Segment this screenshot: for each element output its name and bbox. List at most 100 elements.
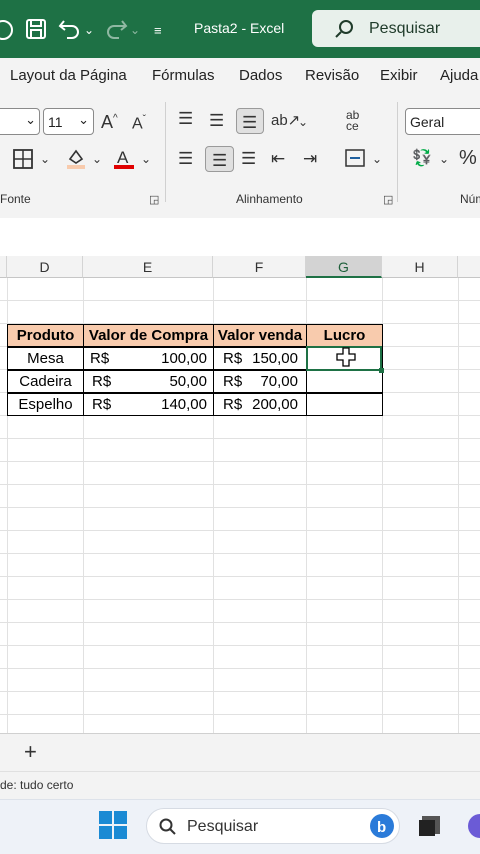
increase-indent-icon[interactable]: ⇥ bbox=[303, 150, 317, 167]
borders-icon[interactable] bbox=[13, 149, 33, 169]
svg-text:b: b bbox=[377, 819, 386, 836]
font-color-icon[interactable]: A bbox=[113, 147, 135, 171]
customize-qat-icon[interactable]: ≡ bbox=[154, 21, 162, 41]
taskbar-search-box[interactable]: Pesquisar b bbox=[146, 808, 400, 844]
document-title: Pasta2 - Excel bbox=[194, 20, 285, 36]
number-format-box[interactable]: Geral bbox=[405, 108, 480, 135]
amount: 200,00 bbox=[252, 396, 298, 413]
search-icon bbox=[335, 20, 353, 38]
align-right-icon[interactable]: ☰ bbox=[241, 150, 256, 167]
cell-valor-compra[interactable]: R$ 100,00 bbox=[83, 347, 214, 370]
windows-start-icon[interactable] bbox=[99, 811, 127, 839]
cell-produto[interactable]: Mesa bbox=[7, 347, 84, 370]
chevron-down-icon: ⌄ bbox=[78, 112, 89, 127]
column-header-g[interactable]: G bbox=[306, 256, 382, 278]
align-center-button[interactable]: ☰ bbox=[205, 146, 234, 172]
fill-color-dropdown-icon[interactable]: ⌄ bbox=[92, 151, 102, 168]
currency-symbol: R$ bbox=[223, 396, 243, 413]
accessibility-status[interactable]: de: tudo certo bbox=[0, 778, 73, 792]
redo-dropdown-icon[interactable]: ⌄ bbox=[130, 20, 140, 40]
decrease-font-icon[interactable]: Aˇ bbox=[132, 114, 146, 133]
save-icon[interactable] bbox=[25, 18, 47, 40]
cell-valor-compra[interactable]: R$ 50,00 bbox=[83, 370, 214, 393]
decrease-indent-icon[interactable]: ⇤ bbox=[271, 150, 285, 167]
grid-line bbox=[458, 278, 459, 733]
font-name-box[interactable]: ⌄ bbox=[0, 108, 40, 135]
cell-valor-venda[interactable]: R$ 200,00 bbox=[213, 393, 307, 416]
column-header-f[interactable]: F bbox=[213, 256, 306, 278]
cell-lucro[interactable] bbox=[306, 370, 383, 393]
column-header-i[interactable] bbox=[458, 256, 480, 278]
autosave-toggle-icon[interactable] bbox=[0, 19, 14, 41]
merge-dropdown-icon[interactable]: ⌄ bbox=[372, 151, 382, 168]
align-bottom-button[interactable]: ☰ bbox=[236, 108, 264, 134]
currency-symbol: R$ bbox=[92, 373, 112, 390]
accounting-format-icon[interactable]: 💱 bbox=[412, 150, 432, 167]
align-middle-icon[interactable]: ☰ bbox=[209, 112, 224, 129]
amount: 150,00 bbox=[252, 350, 298, 367]
menu-revisao[interactable]: Revisão bbox=[305, 67, 359, 84]
column-header-e[interactable]: E bbox=[83, 256, 213, 278]
menu-ajuda[interactable]: Ajuda bbox=[440, 67, 478, 84]
header-cell-produto[interactable]: Produto bbox=[7, 324, 84, 347]
orientation-icon[interactable]: ab↗ bbox=[271, 112, 300, 129]
cell-valor-venda[interactable]: R$ 70,00 bbox=[213, 370, 307, 393]
menu-dados[interactable]: Dados bbox=[239, 67, 282, 84]
cell-valor-venda[interactable]: R$ 150,00 bbox=[213, 347, 307, 370]
percent-icon[interactable]: % bbox=[459, 147, 477, 170]
menu-exibir[interactable]: Exibir bbox=[380, 67, 418, 84]
title-search-box[interactable]: Pesquisar bbox=[312, 10, 480, 47]
sheet-tab-bar bbox=[0, 733, 480, 771]
select-all-corner[interactable] bbox=[0, 256, 7, 278]
search-icon bbox=[159, 818, 176, 835]
undo-icon[interactable] bbox=[58, 17, 82, 39]
amount: 140,00 bbox=[161, 396, 207, 413]
cell-lucro[interactable] bbox=[306, 393, 383, 416]
group-label-numero: Núm bbox=[460, 192, 480, 206]
font-size-box[interactable]: 11 ⌄ bbox=[43, 108, 94, 135]
menu-layout-da-pagina[interactable]: Layout da Página bbox=[10, 67, 127, 84]
currency-symbol: R$ bbox=[90, 350, 110, 367]
fill-color-icon[interactable] bbox=[65, 147, 87, 171]
fill-handle[interactable] bbox=[379, 368, 384, 373]
merge-center-icon[interactable] bbox=[345, 149, 365, 167]
bing-chat-icon[interactable]: b bbox=[369, 813, 395, 839]
currency-symbol: R$ bbox=[223, 373, 243, 390]
amount: 70,00 bbox=[260, 373, 298, 390]
group-label-alinhamento: Alinhamento bbox=[236, 192, 303, 206]
number-format-value: Geral bbox=[410, 114, 445, 130]
amount: 100,00 bbox=[161, 350, 207, 367]
formula-bar[interactable] bbox=[0, 218, 480, 256]
cell-produto[interactable]: Espelho bbox=[7, 393, 84, 416]
orientation-dropdown-icon[interactable]: ⌄ bbox=[298, 114, 308, 131]
column-header-h[interactable]: H bbox=[382, 256, 458, 278]
accounting-dropdown-icon[interactable]: ⌄ bbox=[439, 151, 449, 168]
column-header-d[interactable]: D bbox=[7, 256, 83, 278]
header-cell-valor-venda[interactable]: Valor venda bbox=[213, 324, 307, 347]
teams-chat-icon[interactable] bbox=[466, 812, 480, 840]
amount: 50,00 bbox=[169, 373, 207, 390]
task-view-icon[interactable] bbox=[418, 814, 442, 838]
menu-formulas[interactable]: Fórmulas bbox=[152, 67, 215, 84]
taskbar-search-label: Pesquisar bbox=[187, 818, 259, 835]
ribbon-separator bbox=[165, 102, 166, 202]
borders-dropdown-icon[interactable]: ⌄ bbox=[40, 151, 50, 168]
wrap-text-icon[interactable]: ab ce bbox=[346, 109, 359, 132]
align-center-icon: ☰ bbox=[212, 151, 228, 170]
currency-symbol: R$ bbox=[223, 350, 243, 367]
fonte-launcher-icon[interactable]: ◲ bbox=[149, 193, 159, 206]
font-color-dropdown-icon[interactable]: ⌄ bbox=[141, 151, 151, 168]
header-cell-valor-compra[interactable]: Valor de Compra bbox=[83, 324, 214, 347]
redo-icon[interactable] bbox=[104, 17, 128, 39]
cell-produto[interactable]: Cadeira bbox=[7, 370, 84, 393]
header-cell-lucro[interactable]: Lucro bbox=[306, 324, 383, 347]
alinhamento-launcher-icon[interactable]: ◲ bbox=[383, 193, 393, 206]
align-top-icon[interactable]: ☰ bbox=[178, 110, 193, 127]
increase-font-icon[interactable]: A^ bbox=[101, 112, 118, 133]
undo-dropdown-icon[interactable]: ⌄ bbox=[84, 20, 94, 40]
svg-text:A: A bbox=[117, 148, 129, 167]
align-left-icon[interactable]: ☰ bbox=[178, 150, 193, 167]
cell-valor-compra[interactable]: R$ 140,00 bbox=[83, 393, 214, 416]
cursor-cross-icon bbox=[336, 347, 356, 367]
add-sheet-button[interactable]: + bbox=[24, 739, 37, 765]
